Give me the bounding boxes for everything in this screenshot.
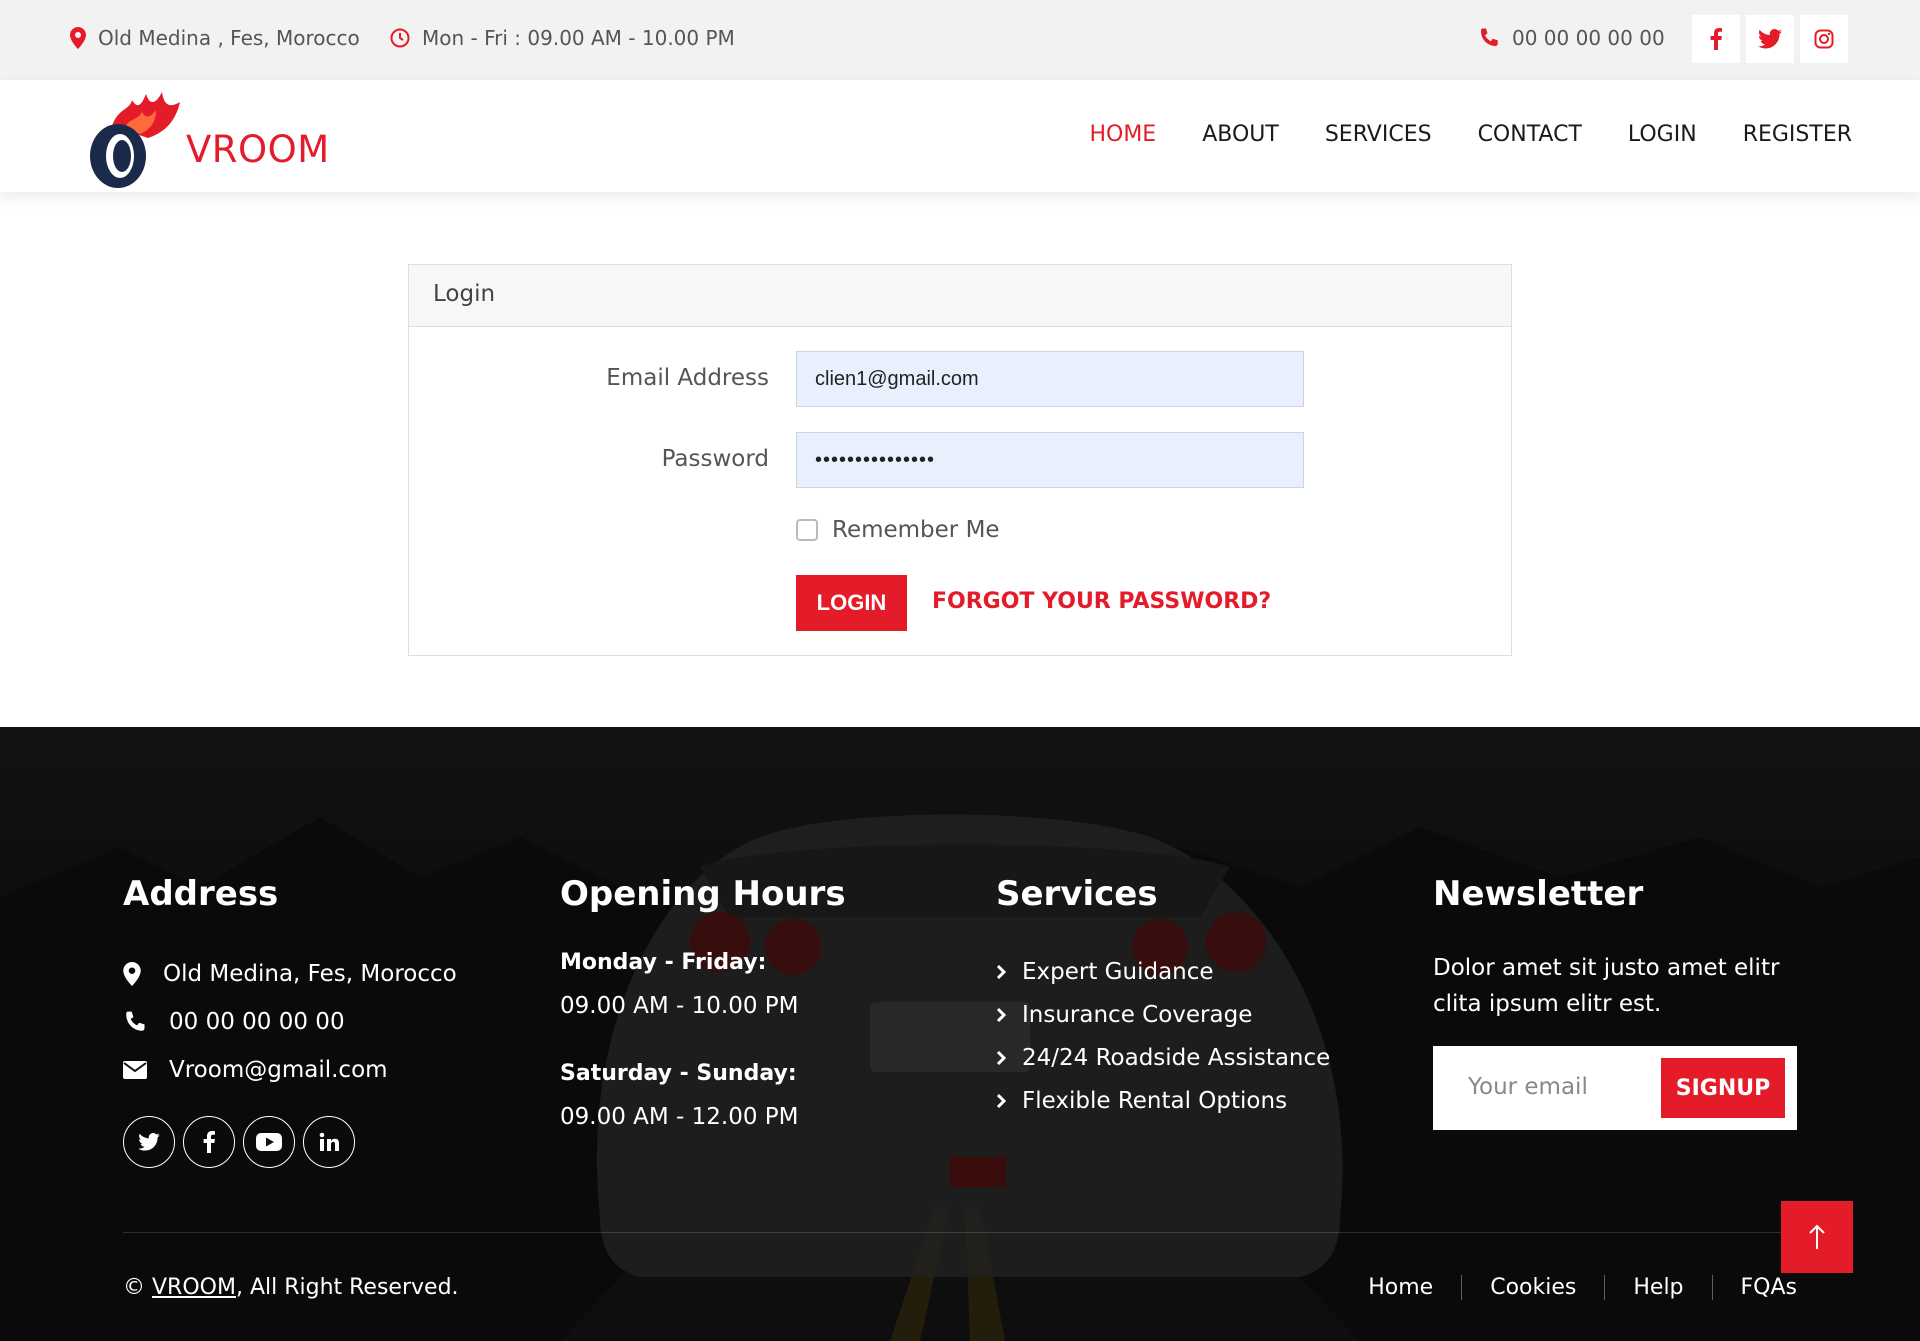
topbar-hours: Mon - Fri : 09.00 AM - 10.00 PM <box>390 26 735 50</box>
topbar-phone: 00 00 00 00 00 <box>1478 26 1665 50</box>
linkedin-icon[interactable] <box>303 1116 355 1168</box>
facebook-icon[interactable] <box>1692 15 1740 63</box>
tire-flame-logo-icon <box>90 92 180 188</box>
footer-location-text: Old Medina, Fes, Morocco <box>163 961 457 987</box>
instagram-icon[interactable] <box>1800 15 1848 63</box>
password-input[interactable]: ••••••••••••••• <box>796 432 1304 488</box>
remember-me-checkbox[interactable] <box>796 519 818 541</box>
service-label: Expert Guidance <box>1022 958 1214 985</box>
site-footer: Address Old Medina, Fes, Morocco 00 00 0… <box>0 727 1920 1341</box>
nav-link-register[interactable]: REGISTER <box>1743 122 1852 147</box>
footer-link-cookies[interactable]: Cookies <box>1461 1275 1604 1300</box>
service-link[interactable]: 24/24 Roadside Assistance <box>996 1036 1330 1079</box>
footer-hours-column: Opening Hours Monday - Friday: 09.00 AM … <box>560 874 846 1172</box>
topbar-phone-text: 00 00 00 00 00 <box>1512 26 1665 50</box>
weekday-label: Monday - Friday: <box>560 950 767 975</box>
nav-link-home[interactable]: HOME <box>1089 122 1156 147</box>
facebook-icon[interactable] <box>183 1116 235 1168</box>
footer-services-title: Services <box>996 874 1158 914</box>
nav-link-login[interactable]: LOGIN <box>1628 122 1697 147</box>
footer-bottom-links: Home Cookies Help FQAs <box>1368 1275 1797 1300</box>
envelope-icon <box>123 1061 147 1079</box>
footer-link-fqas[interactable]: FQAs <box>1711 1275 1797 1300</box>
map-pin-icon <box>70 27 86 49</box>
chevron-right-icon <box>996 1007 1006 1022</box>
topbar-location: Old Medina , Fes, Morocco <box>70 26 360 50</box>
weekend-label: Saturday - Sunday: <box>560 1061 797 1086</box>
map-pin-icon <box>123 962 141 986</box>
footer-phone-text: 00 00 00 00 00 <box>169 1009 345 1035</box>
weekday-time: 09.00 AM - 10.00 PM <box>560 993 799 1019</box>
youtube-icon[interactable] <box>243 1116 295 1168</box>
nav-link-contact[interactable]: CONTACT <box>1478 122 1582 147</box>
copyright-brand-link[interactable]: VROOM <box>152 1275 236 1300</box>
footer-address-column: Address Old Medina, Fes, Morocco 00 00 0… <box>123 874 457 1168</box>
weekend-time: 09.00 AM - 12.00 PM <box>560 1104 799 1130</box>
clock-icon <box>390 28 410 48</box>
footer-services-column: Services Expert Guidance Insurance Cover… <box>996 874 1330 1122</box>
service-link[interactable]: Insurance Coverage <box>996 993 1330 1036</box>
newsletter-description: Dolor amet sit justo amet elitr clita ip… <box>1433 955 1780 1017</box>
footer-social-links <box>123 1116 457 1168</box>
email-label: Email Address <box>606 365 769 391</box>
forgot-password-link[interactable]: FORGOT YOUR PASSWORD? <box>932 589 1271 614</box>
newsletter-email-input[interactable]: Your email <box>1468 1074 1588 1100</box>
service-label: Insurance Coverage <box>1022 1001 1253 1028</box>
footer-link-help[interactable]: Help <box>1604 1275 1711 1300</box>
nav-menu: HOME ABOUT SERVICES CONTACT LOGIN REGIST… <box>1089 122 1852 147</box>
login-card-header: Login <box>409 265 1511 327</box>
footer-email-text: Vroom@gmail.com <box>169 1057 388 1083</box>
copyright-text: © VROOM, All Right Reserved. <box>123 1275 459 1300</box>
email-input[interactable]: clien1@gmail.com <box>796 351 1304 407</box>
chevron-right-icon <box>996 1093 1006 1108</box>
footer-hours-title: Opening Hours <box>560 874 846 914</box>
copyright-suffix: , All Right Reserved. <box>235 1275 459 1300</box>
footer-newsletter-title: Newsletter <box>1433 874 1644 914</box>
copyright-symbol: © <box>123 1275 145 1300</box>
main-navbar: VROOM HOME ABOUT SERVICES CONTACT LOGIN … <box>0 80 1920 192</box>
topbar-social-links <box>1692 15 1848 63</box>
nav-link-about[interactable]: ABOUT <box>1202 122 1279 147</box>
password-label: Password <box>661 446 769 472</box>
top-bar: Old Medina , Fes, Morocco Mon - Fri : 09… <box>0 0 1920 80</box>
back-to-top-button[interactable] <box>1781 1201 1853 1273</box>
footer-link-home[interactable]: Home <box>1368 1275 1461 1300</box>
topbar-location-text: Old Medina , Fes, Morocco <box>98 26 360 50</box>
twitter-icon[interactable] <box>123 1116 175 1168</box>
phone-icon <box>1481 28 1498 46</box>
service-label: 24/24 Roadside Assistance <box>1022 1044 1331 1071</box>
remember-me-label: Remember Me <box>832 517 1000 543</box>
service-label: Flexible Rental Options <box>1022 1087 1288 1114</box>
footer-phone: 00 00 00 00 00 <box>123 998 457 1046</box>
newsletter-form: Your email SIGNUP <box>1433 1046 1797 1130</box>
nav-link-services[interactable]: SERVICES <box>1325 122 1432 147</box>
signup-button[interactable]: SIGNUP <box>1661 1058 1785 1118</box>
login-card: Login Email Address clien1@gmail.com Pas… <box>408 264 1512 656</box>
footer-email: Vroom@gmail.com <box>123 1046 457 1094</box>
phone-icon <box>126 1011 145 1031</box>
footer-newsletter-column: Newsletter Dolor amet sit justo amet eli… <box>1433 874 1797 1130</box>
chevron-right-icon <box>996 964 1006 979</box>
login-button[interactable]: LOGIN <box>796 575 907 631</box>
service-link[interactable]: Flexible Rental Options <box>996 1079 1330 1122</box>
footer-location: Old Medina, Fes, Morocco <box>123 950 457 998</box>
logo-text: VROOM <box>186 128 330 171</box>
remember-me[interactable]: Remember Me <box>796 517 1000 543</box>
footer-divider <box>123 1232 1797 1233</box>
topbar-hours-text: Mon - Fri : 09.00 AM - 10.00 PM <box>422 26 735 50</box>
arrow-up-icon <box>1809 1224 1825 1249</box>
site-logo[interactable]: VROOM <box>84 86 344 190</box>
chevron-right-icon <box>996 1050 1006 1065</box>
service-link[interactable]: Expert Guidance <box>996 950 1330 993</box>
twitter-icon[interactable] <box>1746 15 1794 63</box>
footer-address-title: Address <box>123 874 279 914</box>
